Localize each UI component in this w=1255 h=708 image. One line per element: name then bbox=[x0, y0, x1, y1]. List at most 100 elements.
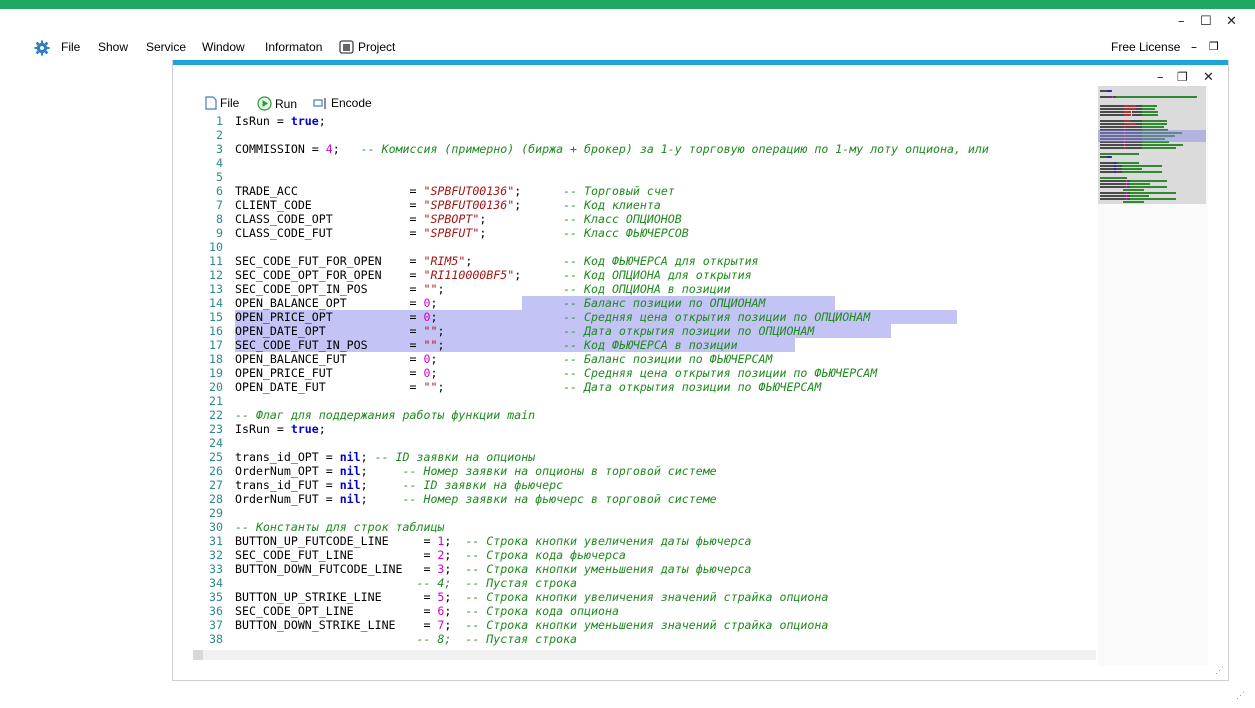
code-text: OPEN_DATE_FUT = ""; -- Дата открытия поз… bbox=[235, 380, 821, 394]
code-line[interactable]: 4 bbox=[203, 156, 1096, 170]
code-token: TRADE_ACC = bbox=[235, 184, 424, 198]
code-token: "RI110000BF5" bbox=[423, 268, 515, 282]
line-number: 14 bbox=[209, 296, 223, 310]
project-icon[interactable] bbox=[339, 39, 354, 54]
line-number: 33 bbox=[209, 562, 223, 576]
code-line[interactable]: 25 trans_id_OPT = nil; -- ID заявки на оп… bbox=[203, 450, 1096, 464]
code-line[interactable]: 19 OPEN_PRICE_FUT = 0; -- Средняя цена от… bbox=[203, 366, 1096, 380]
code-token: IsRun = bbox=[235, 114, 291, 128]
mdi-minimize-button[interactable]: – bbox=[1191, 40, 1197, 54]
code-token: ; bbox=[437, 338, 564, 352]
code-token: "" bbox=[423, 324, 438, 338]
code-token: ; bbox=[430, 296, 564, 310]
editor-restore-button[interactable]: ❐ bbox=[1177, 70, 1188, 84]
code-line[interactable]: 28 OrderNum_FUT = nil; -- Номер заявки на… bbox=[203, 492, 1096, 506]
code-line[interactable]: 7 CLIENT_CODE = "SPBFUT00136"; -- Код кли… bbox=[203, 198, 1096, 212]
code-line[interactable]: 20 OPEN_DATE_FUT = ""; -- Дата открытия п… bbox=[203, 380, 1096, 394]
code-token: ; bbox=[430, 352, 564, 366]
app-maximize-button[interactable]: ☐ bbox=[1200, 14, 1212, 30]
code-line[interactable]: 2 bbox=[203, 128, 1096, 142]
code-token: -- Строка кнопки уменьшения значений стр… bbox=[465, 618, 829, 632]
toolbar-run-button[interactable]: Run bbox=[257, 96, 297, 111]
code-line[interactable]: 5 bbox=[203, 170, 1096, 184]
code-line[interactable]: 31 BUTTON_UP_FUTCODE_LINE = 1; -- Строка … bbox=[203, 534, 1096, 548]
scrollbar-thumb[interactable] bbox=[193, 650, 203, 660]
code-line[interactable]: 22 -- Флаг для поддержания работы функции… bbox=[203, 408, 1096, 422]
window-resize-grip[interactable]: ⋰ bbox=[1236, 690, 1245, 701]
toolbar-encode-button[interactable]: Encode bbox=[313, 96, 372, 110]
menu-window[interactable]: Window bbox=[202, 40, 245, 54]
code-text: OPEN_BALANCE_OPT = 0; -- Баланс позиции … bbox=[235, 296, 766, 310]
code-token: ; bbox=[360, 478, 403, 492]
code-line[interactable]: 14 OPEN_BALANCE_OPT = 0; -- Баланс позици… bbox=[203, 296, 1096, 310]
code-line[interactable]: 11 SEC_CODE_FUT_FOR_OPEN = "RIM5"; -- Код… bbox=[203, 254, 1096, 268]
code-line[interactable]: 29 bbox=[203, 506, 1096, 520]
code-line[interactable]: 24 bbox=[203, 436, 1096, 450]
code-line[interactable]: 6 TRADE_ACC = "SPBFUT00136"; -- Торговый … bbox=[203, 184, 1096, 198]
line-number: 1 bbox=[216, 114, 223, 128]
code-line[interactable]: 32 SEC_CODE_FUT_LINE = 2; -- Строка кода … bbox=[203, 548, 1096, 562]
menu-service[interactable]: Service bbox=[146, 40, 186, 54]
code-line[interactable]: 37 BUTTON_DOWN_STRIKE_LINE = 7; -- Строка… bbox=[203, 618, 1096, 632]
mdi-restore-button[interactable]: ❐ bbox=[1209, 40, 1219, 53]
code-token: -- Строка кода фьючерса bbox=[465, 548, 626, 562]
code-text: BUTTON_UP_STRIKE_LINE = 5; -- Строка кно… bbox=[235, 590, 828, 604]
code-token: nil bbox=[339, 492, 361, 506]
code-line[interactable]: 21 bbox=[203, 394, 1096, 408]
code-line[interactable]: 36 SEC_CODE_OPT_LINE = 6; -- Строка кода … bbox=[203, 604, 1096, 618]
code-token: trans_id_FUT = bbox=[235, 478, 340, 492]
code-token: -- ID заявки на опционы bbox=[374, 450, 536, 464]
code-token: -- Дата открытия позиции по ОПЦИОНАМ bbox=[563, 324, 815, 338]
editor-minimize-button[interactable]: – bbox=[1157, 70, 1164, 85]
code-line[interactable]: 13 SEC_CODE_OPT_IN_POS = ""; -- Код ОПЦИО… bbox=[203, 282, 1096, 296]
horizontal-scrollbar[interactable] bbox=[193, 650, 1096, 660]
code-token: CLASS_CODE_OPT = bbox=[235, 212, 424, 226]
code-line[interactable]: 23 IsRun = true; bbox=[203, 422, 1096, 436]
code-token: -- Константы для строк таблицы bbox=[235, 520, 445, 534]
code-editor[interactable]: 1 IsRun = true; 2 3 COMMISSION = 4; -- Комис… bbox=[203, 114, 1096, 646]
code-line[interactable]: 3 COMMISSION = 4; -- Комиссия (примерно) … bbox=[203, 142, 1096, 156]
code-line[interactable]: 10 bbox=[203, 240, 1096, 254]
line-number: 9 bbox=[216, 226, 223, 240]
code-line[interactable]: 15 OPEN_PRICE_OPT = 0; -- Средняя цена от… bbox=[203, 310, 1096, 324]
code-line[interactable]: 34 -- 4; -- Пустая строка bbox=[203, 576, 1096, 590]
menu-informaton[interactable]: Informaton bbox=[265, 40, 322, 54]
code-token: SEC_CODE_OPT_IN_POS = bbox=[235, 282, 424, 296]
code-line[interactable]: 8 CLASS_CODE_OPT = "SPBOPT"; -- Класс ОПЦ… bbox=[203, 212, 1096, 226]
code-text: TRADE_ACC = "SPBFUT00136"; -- Торговый с… bbox=[235, 184, 675, 198]
line-number: 6 bbox=[216, 184, 223, 198]
code-line[interactable]: 30 -- Константы для строк таблицы bbox=[203, 520, 1096, 534]
code-minimap[interactable] bbox=[1098, 86, 1208, 666]
code-text: OPEN_DATE_OPT = ""; -- Дата открытия поз… bbox=[235, 324, 814, 338]
code-token: "" bbox=[423, 282, 438, 296]
code-text: SEC_CODE_FUT_FOR_OPEN = "RIM5"; -- Код Ф… bbox=[235, 254, 759, 268]
code-line[interactable]: 9 CLASS_CODE_FUT = "SPBFUT"; -- Класс ФЬЮ… bbox=[203, 226, 1096, 240]
app-close-button[interactable]: ✕ bbox=[1226, 14, 1237, 30]
app-minimize-button[interactable]: – bbox=[1178, 14, 1185, 30]
code-line[interactable]: 1 IsRun = true; bbox=[203, 114, 1096, 128]
code-token: ; bbox=[514, 184, 564, 198]
code-line[interactable]: 12 SEC_CODE_OPT_FOR_OPEN = "RI110000BF5";… bbox=[203, 268, 1096, 282]
code-line[interactable]: 17 SEC_CODE_FUT_IN_POS = ""; -- Код ФЬЮЧЕ… bbox=[203, 338, 1096, 352]
code-line[interactable]: 35 BUTTON_UP_STRIKE_LINE = 5; -- Строка к… bbox=[203, 590, 1096, 604]
code-line[interactable]: 27 trans_id_FUT = nil; -- ID заявки на фь… bbox=[203, 478, 1096, 492]
toolbar-file-button[interactable]: File bbox=[205, 96, 239, 110]
minimap-viewport[interactable] bbox=[1098, 86, 1206, 204]
resize-grip[interactable]: ⋰ bbox=[1215, 665, 1224, 676]
editor-close-button[interactable]: ✕ bbox=[1203, 70, 1214, 85]
license-label[interactable]: Free License bbox=[1111, 40, 1180, 54]
code-token: -- Флаг для поддержания работы функции m… bbox=[235, 408, 536, 422]
code-token: BUTTON_DOWN_FUTCODE_LINE = bbox=[235, 562, 438, 576]
menu-file[interactable]: File bbox=[61, 40, 80, 54]
code-line[interactable]: 33 BUTTON_DOWN_FUTCODE_LINE = 3; -- Строк… bbox=[203, 562, 1096, 576]
line-number: 4 bbox=[216, 156, 223, 170]
menu-show[interactable]: Show bbox=[98, 40, 128, 54]
code-token: -- Средняя цена открытия позиции по ОПЦИ… bbox=[563, 310, 871, 324]
code-line[interactable]: 38 -- 8; -- Пустая строка bbox=[203, 632, 1096, 646]
code-line[interactable]: 26 OrderNum_OPT = nil; -- Номер заявки на… bbox=[203, 464, 1096, 478]
code-line[interactable]: 18 OPEN_BALANCE_FUT = 0; -- Баланс позици… bbox=[203, 352, 1096, 366]
menu-project[interactable]: Project bbox=[358, 40, 395, 54]
code-text: SEC_CODE_OPT_LINE = 6; -- Строка кода оп… bbox=[235, 604, 619, 618]
code-token: -- 8; -- Пустая строка bbox=[416, 632, 578, 646]
code-line[interactable]: 16 OPEN_DATE_OPT = ""; -- Дата открытия п… bbox=[203, 324, 1096, 338]
